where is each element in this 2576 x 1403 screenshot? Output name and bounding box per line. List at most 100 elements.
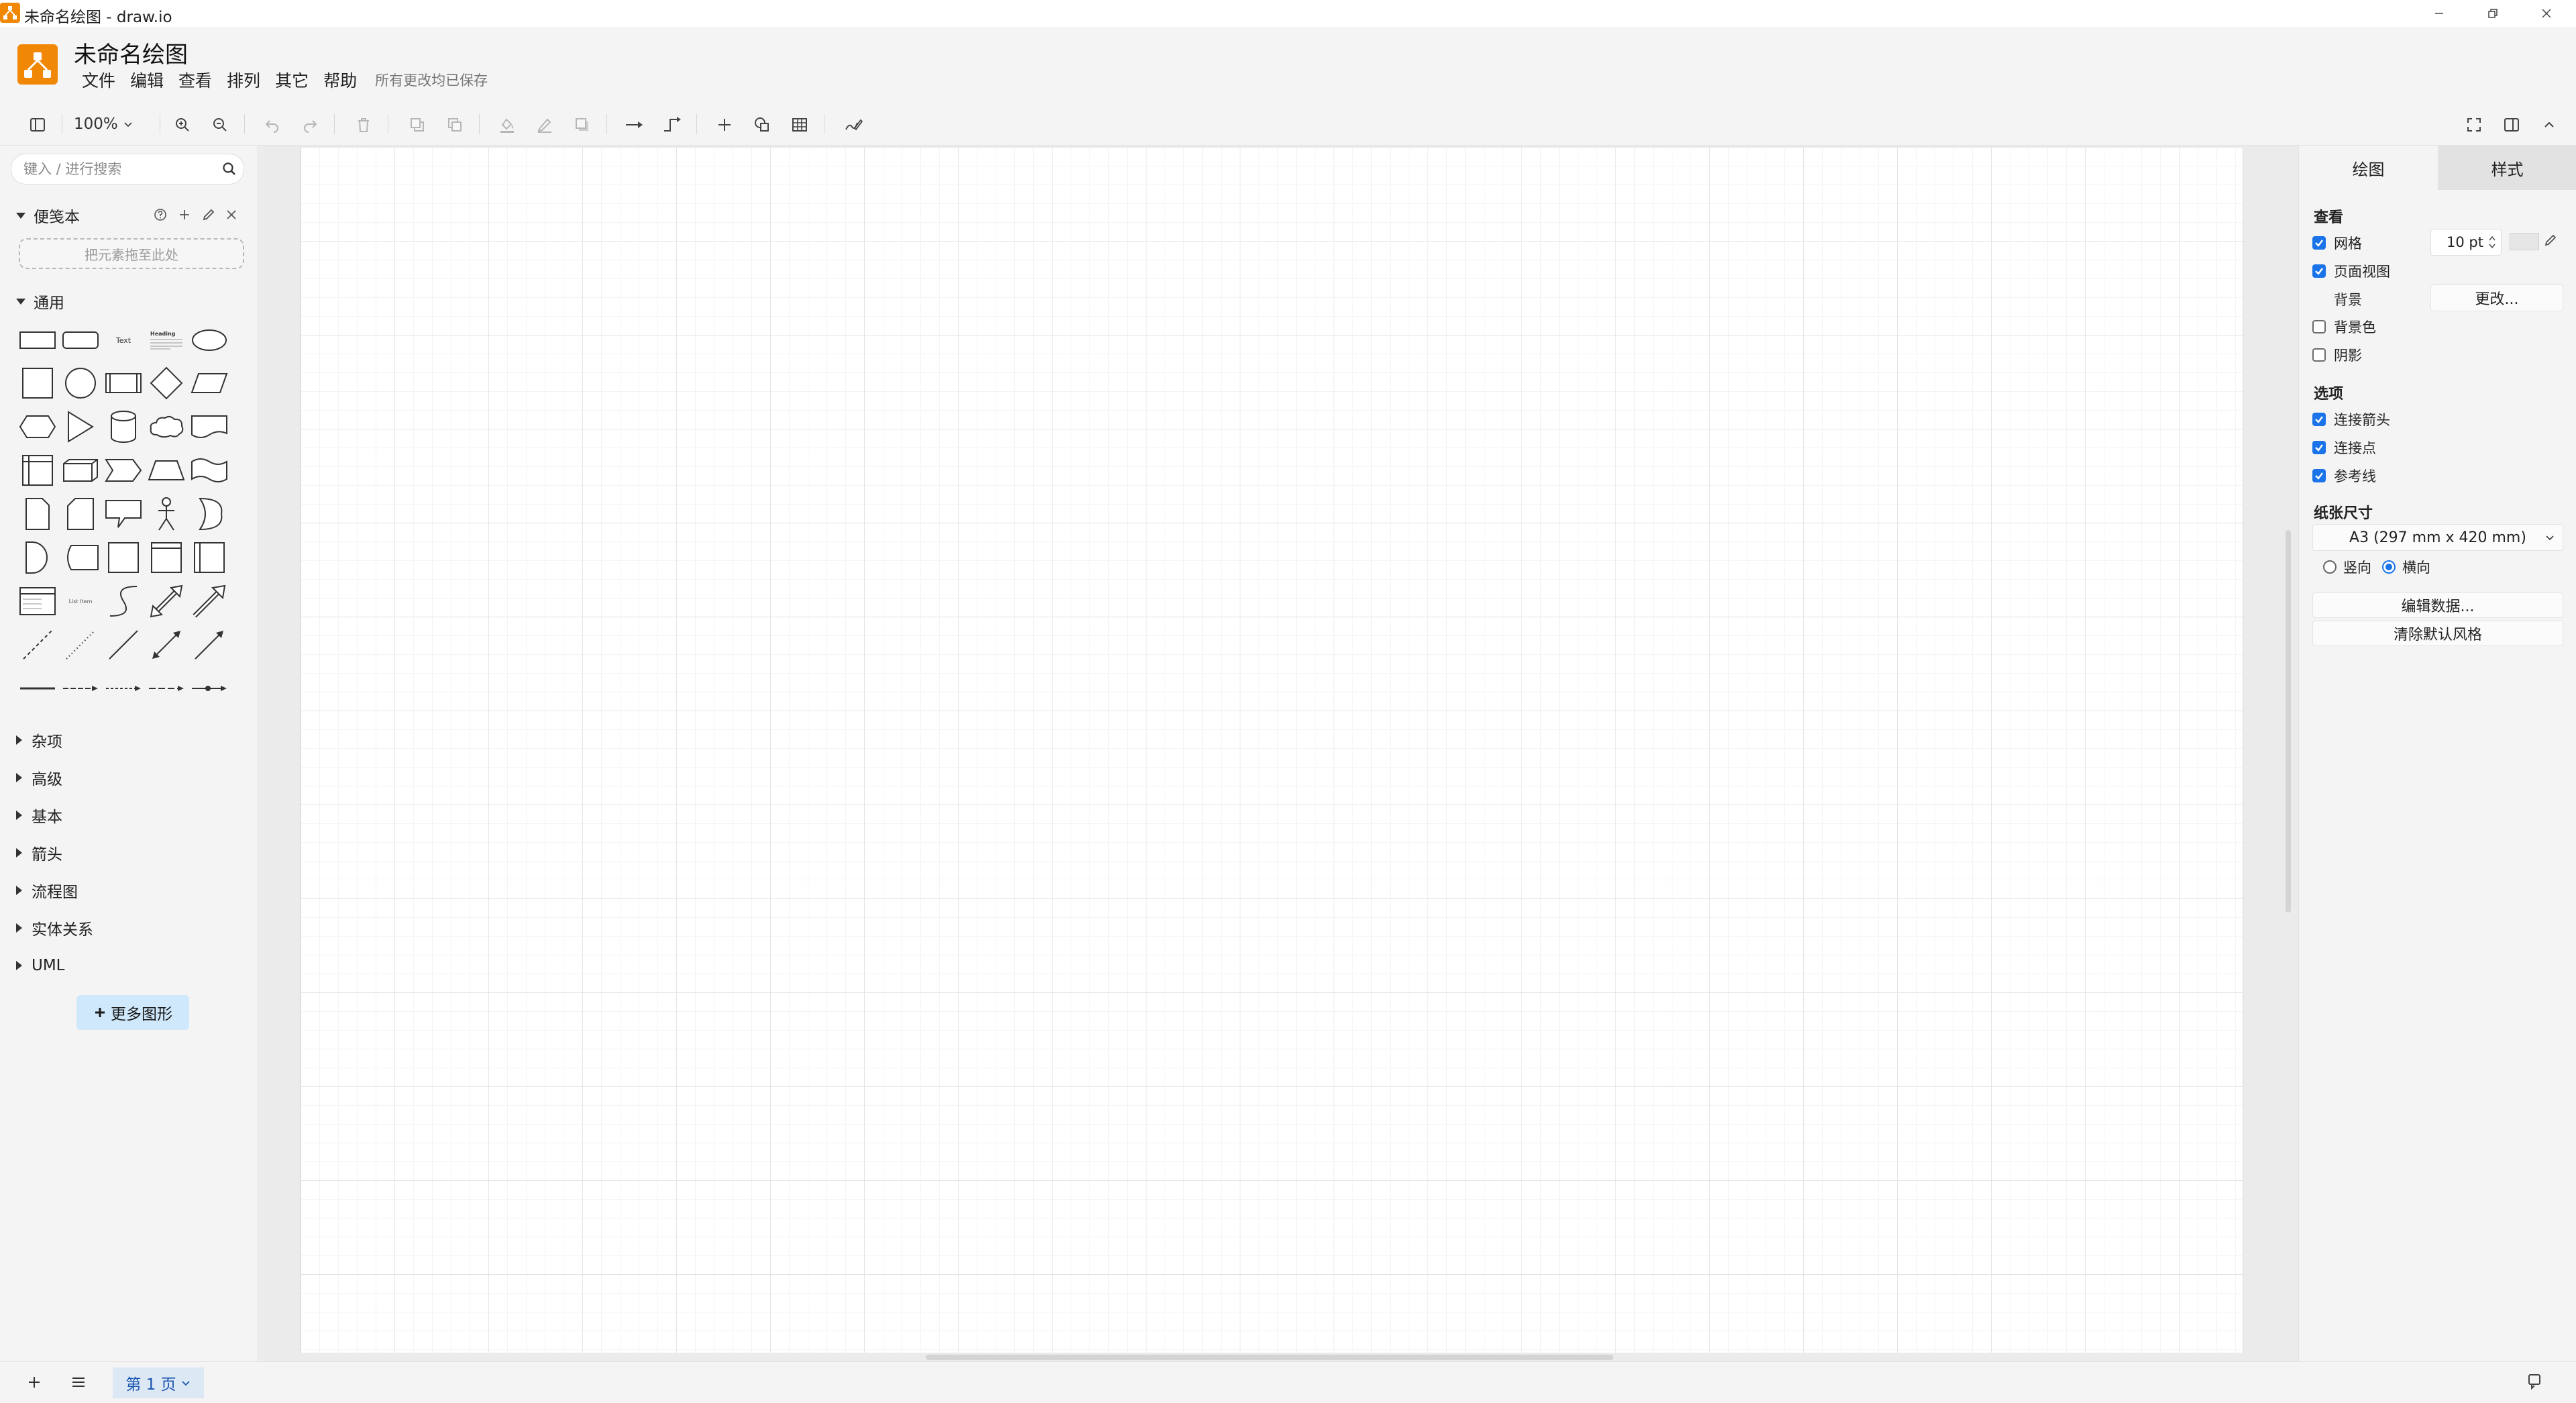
grid-color-edit-icon[interactable] [2542,231,2559,249]
scratchpad-drop-zone[interactable]: 把元素拖至此处 [19,238,244,269]
help-icon[interactable] [152,206,169,223]
zoom-in-icon[interactable] [169,111,196,138]
shape-document[interactable] [188,405,231,448]
menu-arrange[interactable]: 排列 [219,68,268,92]
shape-connector-with-dots[interactable] [188,667,231,710]
general-section-header[interactable]: 通用 [16,289,64,313]
shape-triangle[interactable] [59,405,102,448]
fullscreen-icon[interactable] [2461,111,2487,138]
shape-bidirectional-arrow[interactable] [145,580,188,623]
shadow-checkbox[interactable] [2312,348,2326,362]
shape-actor[interactable] [145,492,188,535]
shape-square[interactable] [16,362,59,405]
spinner-icon[interactable] [2487,235,2497,250]
shape-callout[interactable] [102,492,145,535]
guides-row[interactable]: 参考线 [2312,466,2376,486]
menu-view[interactable]: 查看 [171,68,219,92]
horizontal-scrollbar[interactable] [926,1355,1613,1360]
scratchpad-header[interactable]: 便笺本 [16,203,80,227]
format-panel-icon[interactable] [2498,111,2525,138]
more-shapes-button[interactable]: 更多图形 [76,995,189,1030]
add-page-icon[interactable] [24,1372,44,1392]
shape-container[interactable] [102,536,145,579]
zoom-out-icon[interactable] [207,111,233,138]
connection-points-row[interactable]: 连接点 [2312,437,2376,458]
add-icon[interactable] [176,206,193,223]
tab-diagram[interactable]: 绘图 [2299,146,2438,190]
shape-or[interactable] [188,492,231,535]
shape-vertical-container[interactable] [145,536,188,579]
shape-bidirectional-connector[interactable] [145,623,188,666]
document-title[interactable]: 未命名绘图 [74,36,188,69]
shape-horizontal-container[interactable] [188,536,231,579]
restore-icon[interactable] [2462,0,2524,27]
change-background-button[interactable]: 更改... [2430,284,2563,311]
close-icon[interactable] [2516,0,2576,27]
minimize-icon[interactable] [2408,0,2470,27]
shape-cloud[interactable] [145,405,188,448]
shapes-icon[interactable] [749,111,775,138]
shape-textbox[interactable]: Heading [145,319,188,362]
to-front-icon[interactable] [404,111,431,138]
shape-connector-long-dashed[interactable] [145,667,188,710]
shape-dotted-line[interactable] [59,623,102,666]
search-input[interactable] [22,154,213,184]
page-tab[interactable]: 第 1 页 [113,1367,204,1398]
fill-color-icon[interactable] [494,111,521,138]
landscape-radio[interactable] [2382,560,2396,574]
edit-icon[interactable] [200,206,217,223]
search-box[interactable] [11,154,244,185]
shape-connector-dashed[interactable] [102,667,145,710]
shape-text[interactable]: Text [102,319,145,362]
menu-extras[interactable]: 其它 [268,68,316,92]
shape-trapezoid[interactable] [145,449,188,492]
background-color-checkbox-row[interactable]: 背景色 [2312,317,2376,337]
category-flowchart[interactable]: 流程图 [16,878,78,902]
shape-line[interactable] [102,623,145,666]
landscape-radio-row[interactable]: 横向 [2382,557,2430,577]
category-misc[interactable]: 杂项 [16,728,62,752]
category-uml[interactable]: UML [16,953,65,978]
table-icon[interactable] [786,111,813,138]
connection-arrows-checkbox[interactable] [2312,413,2326,426]
shape-connector-solid[interactable] [16,667,59,710]
category-arrows[interactable]: 箭头 [16,841,62,865]
connection-icon[interactable] [621,111,648,138]
category-basic[interactable]: 基本 [16,803,62,827]
guides-checkbox[interactable] [2312,469,2326,482]
zoom-dropdown[interactable]: 100% [74,113,134,136]
freehand-icon[interactable] [840,111,867,138]
vertical-scrollbar[interactable] [2286,530,2291,913]
insert-icon[interactable] [711,111,738,138]
edit-data-button[interactable]: 编辑数据... [2312,592,2563,618]
redo-icon[interactable] [297,111,323,138]
grid-size-input[interactable]: 10 pt [2430,229,2502,256]
shape-directional-connector[interactable] [188,623,231,666]
shape-data-storage[interactable] [16,536,59,579]
shape-curve[interactable] [102,580,145,623]
shape-diamond[interactable] [145,362,188,405]
shape-list-item[interactable]: List Item [59,580,102,623]
close-scratchpad-icon[interactable] [223,206,240,223]
shape-cylinder[interactable] [102,405,145,448]
shape-rounded-rectangle[interactable] [59,319,102,362]
feedback-icon[interactable] [2525,1372,2544,1391]
shape-rectangle[interactable] [16,319,59,362]
sidebar-toggle-icon[interactable] [24,111,51,138]
shape-step[interactable] [102,449,145,492]
shape-and[interactable] [59,536,102,579]
shape-cube[interactable] [59,449,102,492]
app-logo-icon[interactable] [17,44,58,85]
to-back-icon[interactable] [441,111,468,138]
category-entity-relation[interactable]: 实体关系 [16,916,93,940]
waypoints-icon[interactable] [659,111,686,138]
shape-tape[interactable] [188,449,231,492]
shape-note[interactable] [16,492,59,535]
category-advanced[interactable]: 高级 [16,766,62,790]
collapse-icon[interactable] [2536,111,2563,138]
grid-checkbox[interactable] [2312,236,2326,250]
shape-list[interactable] [16,580,59,623]
grid-checkbox-row[interactable]: 网格 [2312,233,2362,253]
shape-ellipse[interactable] [188,319,231,362]
pages-menu-icon[interactable] [68,1372,89,1392]
